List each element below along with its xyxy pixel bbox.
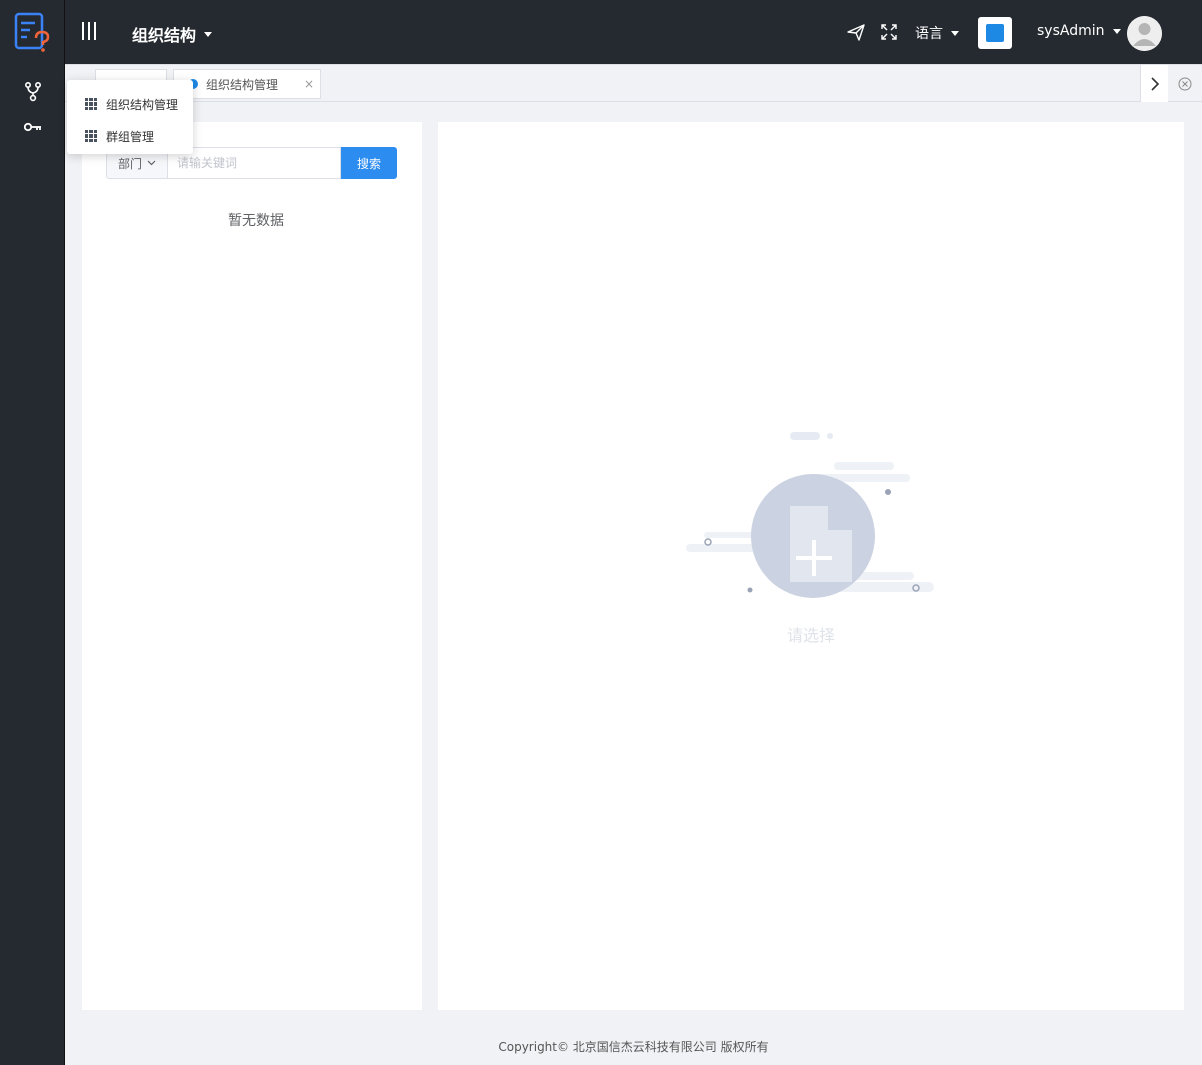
language-switcher[interactable]: 语言 (915, 23, 959, 43)
org-structure-icon[interactable] (22, 81, 44, 103)
key-icon[interactable] (22, 116, 44, 138)
top-header: 组织结构 语言 sysAdmin (65, 0, 1202, 64)
empty-state-illustration (686, 432, 934, 598)
tab-org-structure-management[interactable]: 组织结构管理 × (173, 69, 321, 99)
tab-bar: 组织结构管理 × (65, 64, 1202, 102)
submenu-flyout: 组织结构管理 群组管理 (67, 80, 193, 154)
filter-type-label: 部门 (117, 156, 142, 171)
avatar[interactable] (1127, 16, 1162, 51)
caret-down-icon (951, 30, 959, 36)
submenu-item-label: 组织结构管理 (106, 97, 179, 112)
footer-copyright: Copyright© 北京国信杰云科技有限公司 版权所有 (498, 1040, 769, 1054)
language-label: 语言 (915, 26, 943, 42)
search-button[interactable]: 搜索 (341, 147, 397, 179)
theme-color-swatch (986, 24, 1004, 42)
menu-toggle-icon[interactable] (82, 22, 96, 40)
logo-icon[interactable] (13, 12, 51, 54)
fullscreen-icon[interactable] (879, 22, 899, 42)
tab-scroll-right-icon[interactable] (1140, 65, 1168, 102)
module-switcher[interactable]: 组织结构 (132, 22, 213, 46)
caret-down-icon (1112, 28, 1121, 34)
username: sysAdmin (1037, 23, 1105, 39)
no-data-text: 暂无数据 (228, 213, 284, 229)
caret-down-icon (204, 31, 213, 37)
close-all-tabs-icon[interactable] (1168, 65, 1202, 102)
search-input[interactable] (167, 147, 341, 179)
org-tree-panel: 部门 搜索 暂无数据 (82, 122, 422, 1010)
detail-panel: 请选择 (438, 122, 1184, 1010)
tab-close-icon[interactable]: × (304, 77, 314, 91)
tab-label: 组织结构管理 (206, 77, 279, 92)
grid-icon (85, 98, 97, 110)
submenu-item-org-structure[interactable]: 组织结构管理 (67, 88, 193, 120)
submenu-item-group-management[interactable]: 群组管理 (67, 120, 193, 152)
send-icon[interactable] (846, 22, 866, 42)
chevron-down-icon (147, 160, 156, 166)
submenu-item-label: 群组管理 (106, 129, 155, 144)
theme-color-button[interactable] (978, 17, 1012, 49)
left-sidebar (0, 0, 65, 1065)
module-title: 组织结构 (132, 26, 197, 45)
grid-icon (85, 130, 97, 142)
empty-state-text: 请选择 (786, 626, 835, 645)
user-menu[interactable]: sysAdmin (1037, 23, 1121, 39)
